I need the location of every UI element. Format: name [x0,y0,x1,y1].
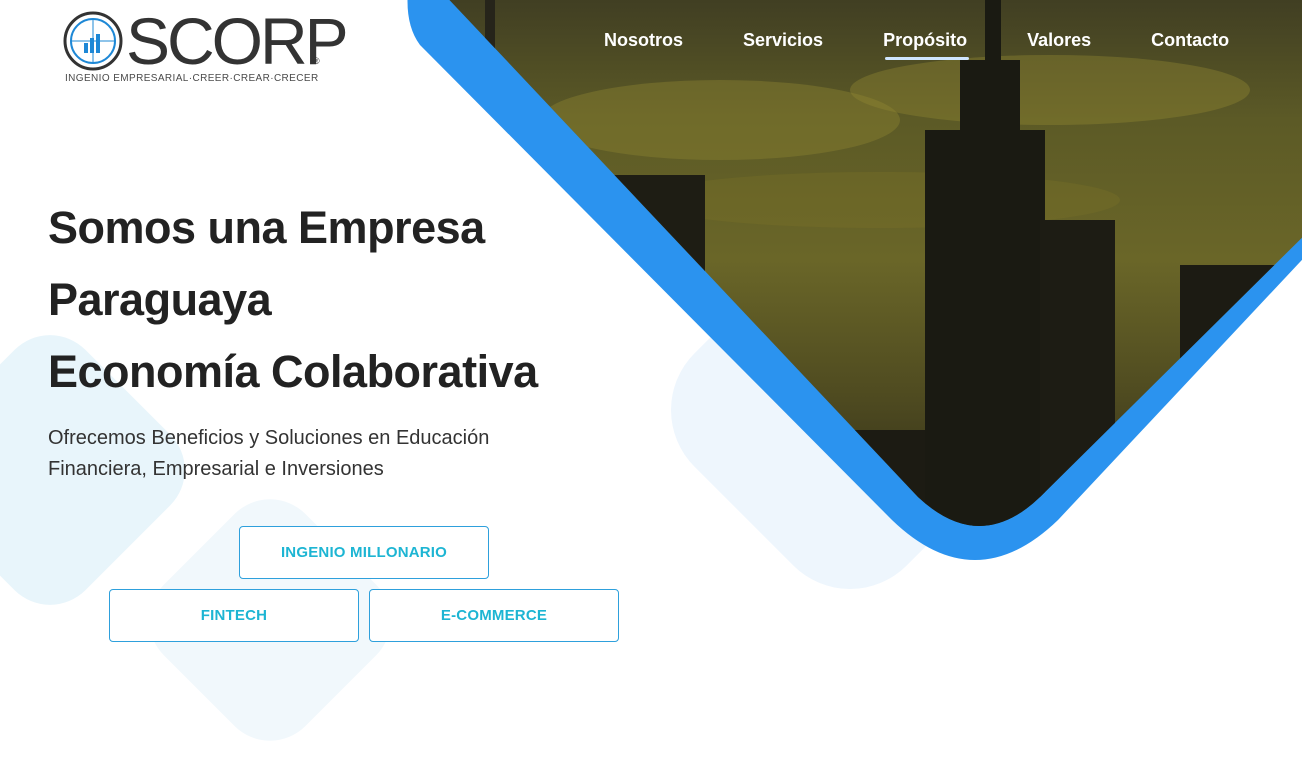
scorp-logo[interactable]: SCORP ® INGENIO EMPRESARIAL·CREER·CREAR·… [62,6,322,90]
hero-title-line: Economía Colaborativa [48,336,538,408]
ingenio-millonario-button[interactable]: INGENIO MILLONARIO [239,526,489,579]
main-navigation: Nosotros Servicios Propósito Valores Con… [604,30,1289,51]
logo-tagline: INGENIO EMPRESARIAL·CREER·CREAR·CRECER [65,73,319,84]
hero-title: Somos una Empresa Paraguaya Economía Col… [48,192,538,408]
globe-chart-icon [62,10,124,72]
hero-subtitle: Ofrecemos Beneficios y Soluciones en Edu… [48,423,568,485]
nav-link-valores[interactable]: Valores [1027,30,1091,51]
nav-link-proposito[interactable]: Propósito [883,30,967,51]
nav-link-nosotros[interactable]: Nosotros [604,30,683,51]
fintech-button[interactable]: FINTECH [109,589,359,642]
registered-mark: ® [313,56,320,66]
nav-link-servicios[interactable]: Servicios [743,30,823,51]
ecommerce-button[interactable]: E-COMMERCE [369,589,619,642]
nav-link-contacto[interactable]: Contacto [1151,30,1229,51]
hero-title-line: Paraguaya [48,264,538,336]
hero-title-line: Somos una Empresa [48,192,538,264]
